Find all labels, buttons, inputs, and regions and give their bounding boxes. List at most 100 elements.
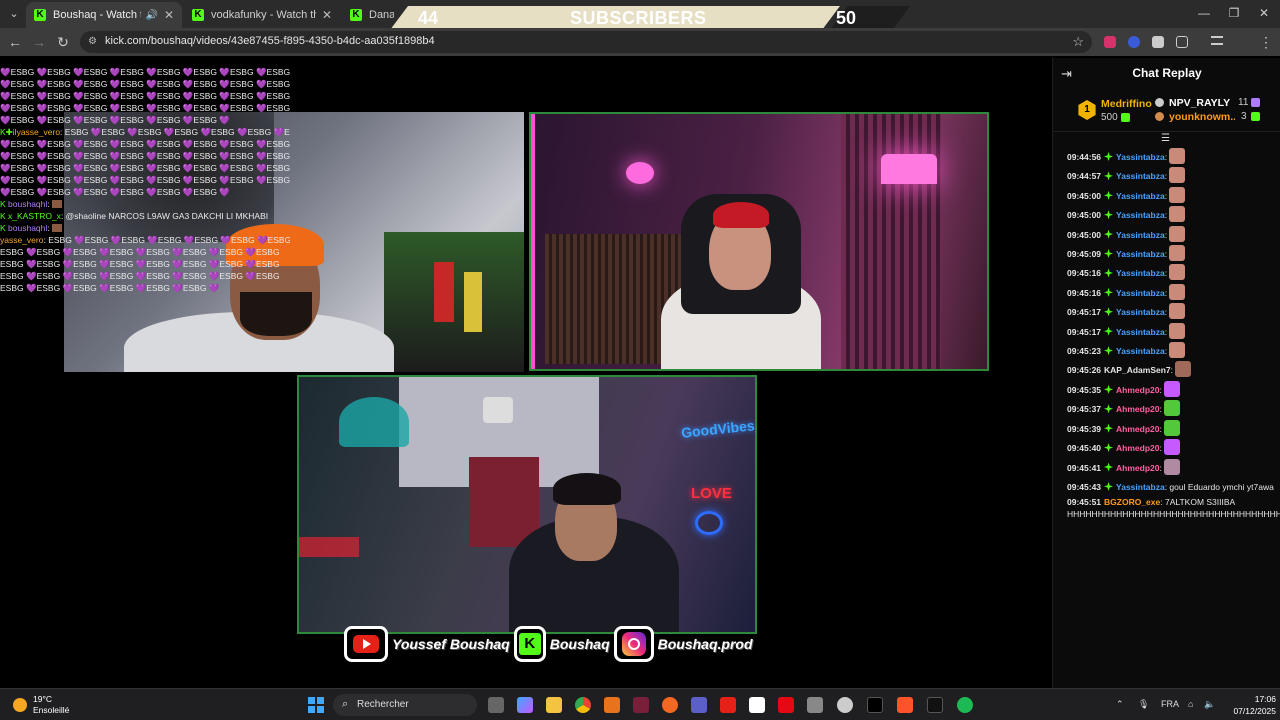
clock-date: 07/12/2025 [1233,706,1276,716]
message-username[interactable]: Ahmedp20 [1116,404,1159,414]
system-clock[interactable]: 17:06 07/12/2025 [1224,693,1276,717]
app-icon[interactable] [633,697,649,713]
reload-icon[interactable]: ↻ [55,34,71,51]
chrome-icon[interactable] [575,697,591,713]
second-name[interactable]: NPV_RAYLY [1169,97,1230,109]
file-explorer-icon[interactable] [546,697,562,713]
message-username[interactable]: Ahmedp20 [1116,385,1159,395]
teams-icon[interactable] [691,697,707,713]
message-username[interactable]: Yassintabza [1116,346,1165,356]
weather-widget[interactable]: 19°C Ensoleillé [33,694,69,716]
chat-message: 09:45:23 Yassintabza: [1067,342,1277,361]
tradingview-icon[interactable] [927,697,943,713]
youtube-app-icon[interactable] [720,697,736,713]
tab-vodkafunky[interactable]: K vodkafunky - Watch the VOD o ✕ [184,2,340,28]
maximize-icon[interactable]: ❐ [1226,6,1242,20]
app-icon[interactable] [604,697,620,713]
task-view-icon[interactable] [488,697,504,713]
taskbar-search[interactable]: ⌕ Rechercher [333,694,477,716]
app-icon[interactable] [837,697,853,713]
emote-icon [1169,283,1186,300]
message-username[interactable]: KAP_AdamSen7 [1104,365,1171,375]
youtube-channel-name: Youssef Boushaq [392,636,510,652]
overlay-chat-line: 💜ESBG 💜ESBG 💜ESBG 💜ESBG 💜ESBG 💜ESBG 💜ESB… [0,79,290,89]
video-player[interactable]: GoodVibes LOVE 💜ESBG 💜ESBG 💜ESBG 💜ESBG 💜… [0,58,1052,688]
language-indicator[interactable]: FRA [1161,699,1179,709]
close-window-icon[interactable]: ✕ [1256,6,1272,20]
emote-icon [1163,439,1180,456]
app-icon[interactable] [807,697,823,713]
chat-message: 09:45:41 Ahmedp20: [1067,458,1277,478]
message-text: : [1164,287,1168,298]
message-username[interactable]: Yassintabza [1116,268,1165,278]
message-username[interactable]: BGZORO_exe [1104,497,1160,507]
spotify-icon[interactable] [957,697,973,713]
weather-temp: 19°C [33,694,52,704]
microphone-icon[interactable]: 🎙 [1138,699,1149,710]
app-icon[interactable] [867,697,883,713]
emote-icon [1175,361,1192,378]
message-username[interactable]: Yassintabza [1116,171,1165,181]
overlay-chat-line: 💜ESBG 💜ESBG 💜ESBG 💜ESBG 💜ESBG 💜ESBG 💜ESB… [0,103,290,113]
overlay-chat-line: ESBG 💜ESBG 💜ESBG 💜ESBG 💜ESBG 💜ESBG 💜ESBG… [0,259,280,269]
message-username[interactable]: Yassintabza [1116,249,1165,259]
message-username[interactable]: Ahmedp20 [1116,424,1159,434]
network-icon[interactable]: ⌂ [1188,699,1193,709]
forward-icon[interactable]: → [31,34,47,50]
volume-icon[interactable]: 🔈 [1204,699,1215,710]
menu-kebab-icon[interactable]: ⋮ [1258,34,1274,51]
filter-icon[interactable]: ☰ [1161,133,1170,144]
third-name[interactable]: younknowm... [1169,111,1235,123]
message-username[interactable]: Yassintabza [1116,307,1165,317]
extension-icon[interactable] [1128,36,1140,48]
message-username[interactable]: Yassintabza [1116,210,1165,220]
close-tab-icon[interactable]: ✕ [164,8,174,22]
leader-value: 500 [1101,112,1118,123]
site-info-icon[interactable]: ⚙ [88,36,100,48]
message-username[interactable]: Yassintabza [1116,288,1165,298]
media-control-icon[interactable] [1211,36,1223,45]
instagram-handle: Boushaq.prod [657,636,753,652]
message-username[interactable]: Yassintabza [1116,230,1165,240]
extension-icon[interactable] [1152,36,1164,48]
close-tab-icon[interactable]: ✕ [322,8,332,22]
weather-sun-icon[interactable] [13,698,27,712]
back-icon[interactable]: ← [7,34,23,50]
sub-badge-icon [1104,229,1114,239]
url-text[interactable]: kick.com/boushaq/videos/43e87455-f895-43… [105,35,435,47]
app-icon[interactable] [749,697,765,713]
emote-icon [1169,186,1186,203]
message-username[interactable]: Yassintabza [1116,327,1165,337]
message-username[interactable]: Ahmedp20 [1116,443,1159,453]
tab-boushaq[interactable]: K Boushaq - Watch the VOD o 🔊 ✕ [26,2,182,28]
copilot-icon[interactable] [517,697,533,713]
message-text: : [1164,249,1168,260]
emote-icon [1169,342,1186,359]
message-timestamp: 09:45:51 [1067,496,1102,507]
message-username[interactable]: Yassintabza [1116,191,1165,201]
message-username[interactable]: Ahmedp20 [1116,463,1159,473]
extension-icon[interactable] [1104,36,1116,48]
subscriber-current: 44 [418,8,439,28]
speaker-icon[interactable]: 🔊 [145,10,157,21]
message-username[interactable]: Yassintabza [1116,152,1165,162]
chat-message: 09:45:26 KAP_AdamSen7: [1067,361,1277,380]
emote-icon [1169,167,1186,184]
firefox-icon[interactable] [662,697,678,713]
emote-icon [1169,245,1186,262]
message-username[interactable]: Yassintabza [1116,482,1165,492]
extensions-puzzle-icon[interactable] [1176,36,1188,48]
chat-panel: ⇥ Chat Replay 1 Medriffino 500 NPV_RAYLY… [1052,58,1280,688]
leader-name[interactable]: Medriffino [1101,98,1152,110]
message-timestamp: 09:45:09 [1067,249,1102,260]
brave-icon[interactable] [897,697,913,713]
netflix-icon[interactable] [778,697,794,713]
windows-start-icon[interactable] [308,697,324,713]
tray-chevron-icon[interactable]: ⌃ [1116,699,1124,710]
minimize-icon[interactable]: — [1196,6,1212,20]
address-bar[interactable]: ⚙ kick.com/boushaq/videos/43e87455-f895-… [80,31,1092,53]
message-text: : [1159,443,1162,454]
message-timestamp: 09:44:56 [1067,152,1102,162]
tab-search-button[interactable]: ⌄ [4,4,24,24]
bookmark-star-icon[interactable]: ☆ [1072,34,1084,50]
